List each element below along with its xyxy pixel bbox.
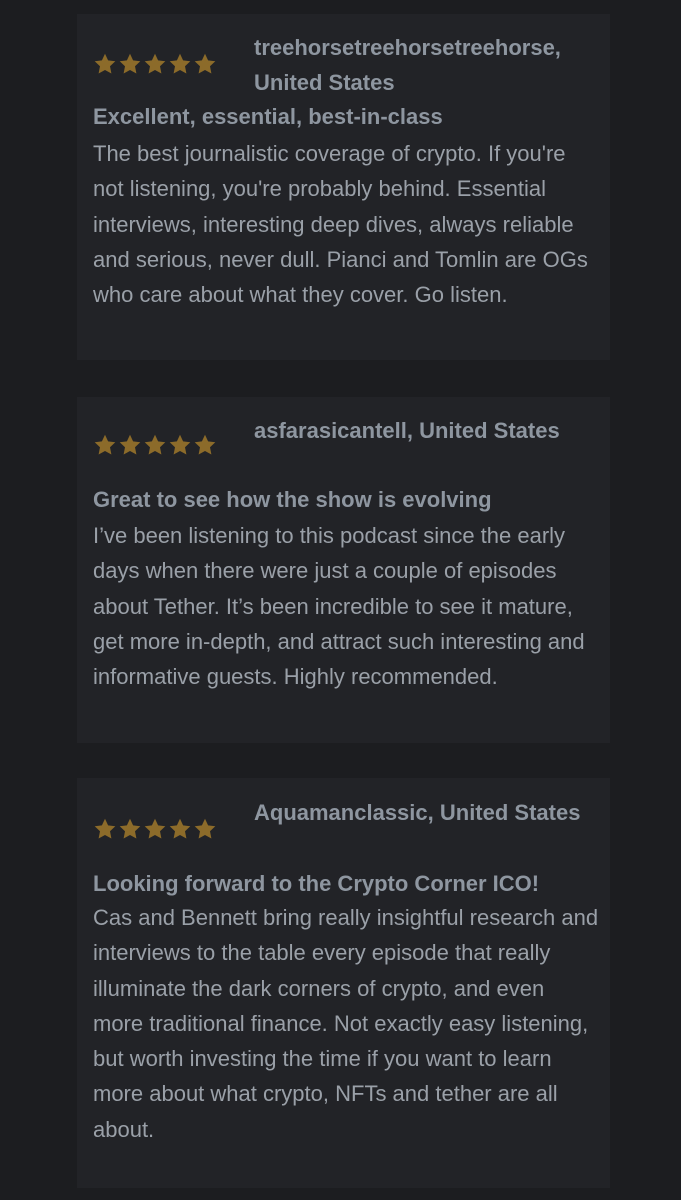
star-rating	[93, 817, 217, 841]
review-body: Cas and Bennett bring really insightful …	[93, 905, 599, 1142]
star-icon	[93, 433, 117, 457]
review-author: treehorsetreehorsetreehorse, United Stat…	[254, 35, 561, 95]
review-title: Looking forward to the Crypto Corner ICO…	[93, 871, 540, 896]
star-icon	[143, 817, 167, 841]
review-card: Aquamanclassic, United States Looking fo…	[77, 778, 610, 1188]
star-icon	[118, 433, 142, 457]
review-body: The best journalistic coverage of crypto…	[93, 141, 588, 308]
review-body: I’ve been listening to this podcast sinc…	[93, 523, 585, 690]
star-icon	[118, 52, 142, 76]
review-title: Great to see how the show is evolving	[93, 487, 492, 512]
star-icon	[143, 433, 167, 457]
review-title: Excellent, essential, best-in-class	[93, 104, 443, 129]
star-icon	[168, 817, 192, 841]
review-author: Aquamanclassic, United States	[254, 800, 581, 825]
star-rating	[93, 433, 217, 457]
star-rating	[93, 52, 217, 76]
star-icon	[193, 433, 217, 457]
review-card: asfarasicantell, United States Great to …	[77, 397, 610, 743]
star-icon	[193, 817, 217, 841]
star-icon	[93, 817, 117, 841]
review-author: asfarasicantell, United States	[254, 418, 560, 443]
star-icon	[168, 433, 192, 457]
review-card: treehorsetreehorsetreehorse, United Stat…	[77, 14, 610, 360]
star-icon	[93, 52, 117, 76]
star-icon	[168, 52, 192, 76]
star-icon	[143, 52, 167, 76]
star-icon	[193, 52, 217, 76]
star-icon	[118, 817, 142, 841]
